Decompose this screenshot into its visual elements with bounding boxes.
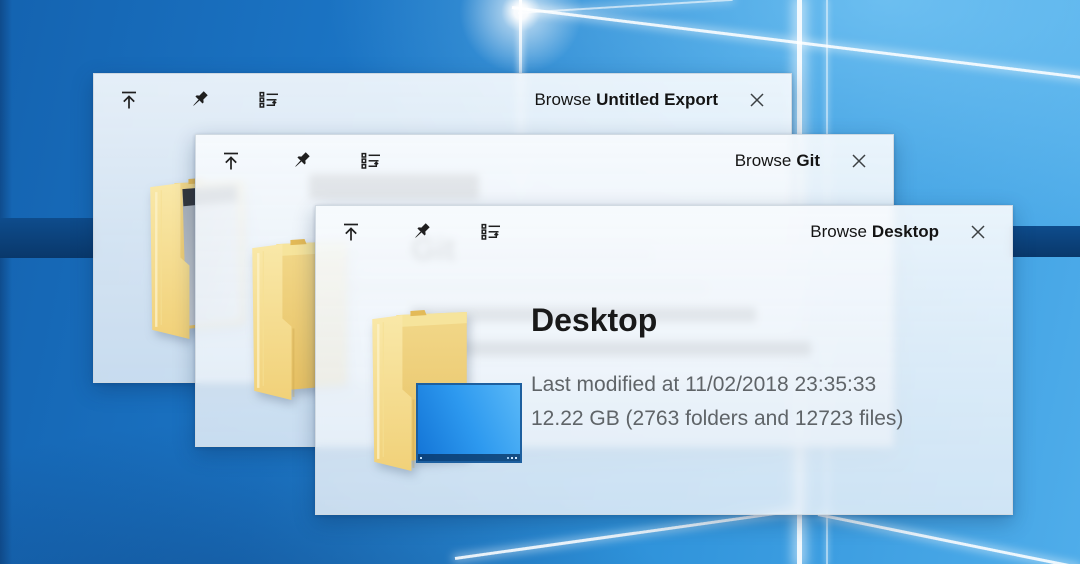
add-to-list-button[interactable] [256, 87, 282, 113]
window-title: Browse Untitled Export [534, 90, 718, 110]
monitor-taskbar [418, 454, 520, 461]
window-title: Browse Desktop [810, 222, 939, 242]
close-icon [966, 220, 990, 244]
close-icon [745, 88, 769, 112]
add-to-list-button[interactable] [358, 148, 384, 174]
wallpaper-dark-band-left [0, 218, 96, 258]
folder-title: Desktop [531, 302, 657, 339]
scroll-to-top-button[interactable] [218, 148, 244, 174]
window-title-name: Untitled Export [596, 90, 718, 109]
window-title-name: Git [796, 151, 820, 170]
light-beam-diagonal-4 [818, 513, 1079, 564]
close-icon [847, 149, 871, 173]
scroll-to-top-icon [117, 88, 141, 112]
scroll-to-top-icon [339, 220, 363, 244]
toolbar: BrowseGit [196, 135, 893, 187]
pin-icon [187, 88, 211, 112]
toolbar: Browse Desktop [316, 206, 1012, 258]
window-title: BrowseGit [735, 151, 820, 171]
add-to-list-icon [257, 88, 281, 112]
pin-button[interactable] [186, 87, 212, 113]
scroll-to-top-button[interactable] [116, 87, 142, 113]
monitor-overlay-icon [416, 383, 522, 463]
toolbar: Browse Untitled Export [94, 74, 791, 126]
monitor-start-dot [420, 457, 422, 459]
folder-modified-text: Last modified at 11/02/2018 23:35:33 [531, 373, 876, 397]
window-title-name: Desktop [872, 222, 939, 241]
window-title-prefix: Browse [735, 151, 792, 170]
light-beam-diagonal-1 [512, 6, 1080, 82]
scroll-to-top-button[interactable] [338, 219, 364, 245]
monitor-tray-dots [515, 457, 517, 459]
scroll-to-top-icon [219, 149, 243, 173]
window-title-prefix: Browse [534, 90, 591, 109]
close-button[interactable] [745, 88, 769, 112]
window-title-prefix: Browse [810, 222, 867, 241]
pin-icon [289, 149, 313, 173]
wallpaper-dark-band-right [1009, 226, 1080, 257]
close-button[interactable] [847, 149, 871, 173]
pin-button[interactable] [288, 148, 314, 174]
pin-icon [409, 220, 433, 244]
light-beam-diagonal-3 [455, 509, 797, 560]
close-button[interactable] [966, 220, 990, 244]
folder-size-text: 12.22 GB (2763 folders and 12723 files) [531, 407, 903, 431]
wallpaper-left-shade [0, 0, 12, 564]
add-to-list-button[interactable] [478, 219, 504, 245]
add-to-list-icon [359, 149, 383, 173]
add-to-list-icon [479, 220, 503, 244]
pin-button[interactable] [408, 219, 434, 245]
browse-window-desktop[interactable]: Browse Desktop Desktop Last modified at 1… [315, 205, 1013, 515]
